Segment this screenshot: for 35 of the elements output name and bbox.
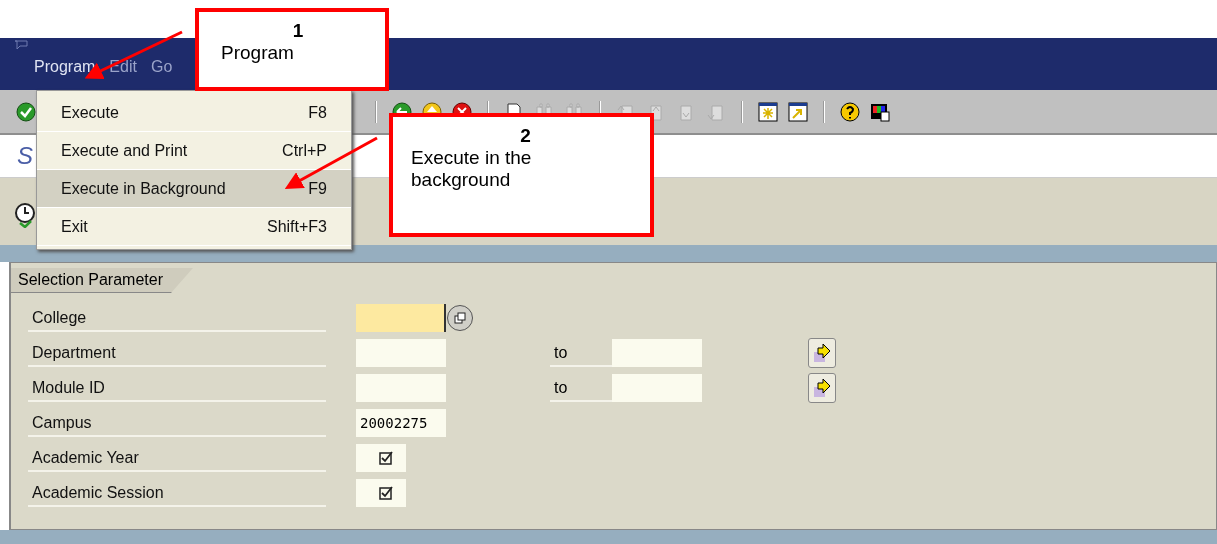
screen-title: S (17, 142, 33, 170)
field-label: Module ID (28, 374, 326, 402)
multiple-selection-button[interactable] (808, 373, 836, 403)
field-label: Campus (28, 409, 326, 437)
menu-item[interactable]: Program (34, 58, 96, 76)
menu-item[interactable]: Edit (109, 58, 137, 76)
copy-icon (453, 311, 467, 325)
arrow-icon (812, 377, 832, 399)
menu-item[interactable]: Go (150, 58, 173, 76)
callout-text: Program (221, 42, 295, 64)
input-field[interactable] (356, 374, 446, 402)
callout-number: 2 (519, 125, 532, 147)
field-label: Department (28, 339, 326, 367)
help-icon[interactable] (839, 100, 861, 123)
multiple-selection-button[interactable] (808, 338, 836, 368)
input-field[interactable] (612, 374, 702, 402)
field-label: College (28, 304, 326, 332)
menu-option[interactable]: Execute in Background F9 (37, 170, 351, 208)
checkbox[interactable] (379, 485, 394, 501)
input-field[interactable] (612, 339, 702, 367)
callout-number: 1 (291, 20, 305, 42)
checkbox[interactable] (379, 450, 394, 466)
shortcut-icon[interactable] (787, 100, 809, 123)
input-field[interactable] (356, 339, 446, 367)
field-label: Academic Session (28, 479, 326, 507)
input-field[interactable] (356, 304, 446, 332)
new-window-icon[interactable] (757, 100, 779, 123)
enter-icon[interactable] (15, 100, 37, 123)
menu-option[interactable]: Exit Shift+F3 (37, 208, 351, 246)
clock-icon[interactable] (14, 201, 36, 228)
field-label: Academic Year (28, 444, 326, 472)
callout-text: Execute in the background (411, 147, 533, 191)
search-help-button[interactable] (447, 305, 473, 331)
input-field[interactable]: 20002275 (356, 409, 446, 437)
arrow-icon (812, 342, 832, 364)
